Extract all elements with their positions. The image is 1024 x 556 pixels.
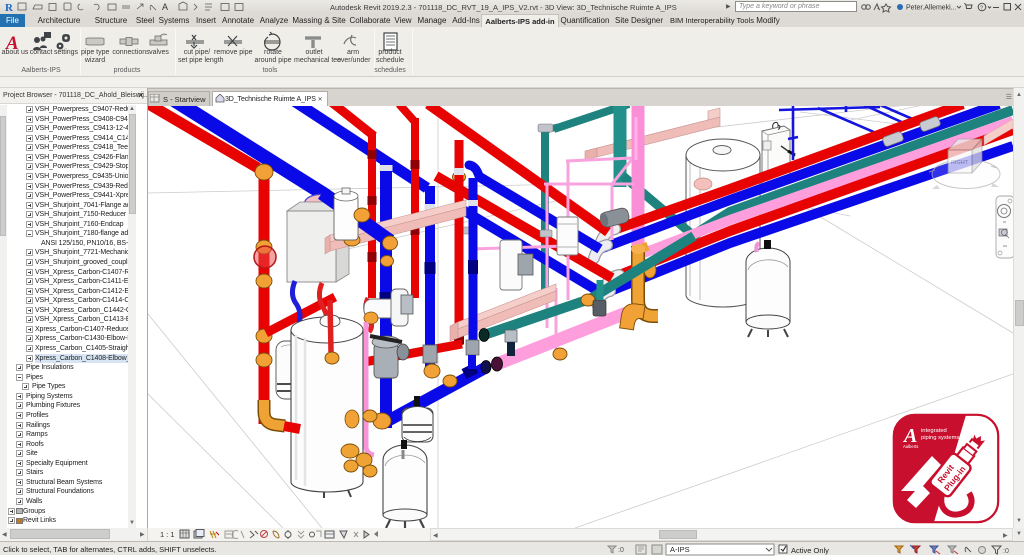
svg-text:?: ? xyxy=(980,6,983,12)
svg-text:A: A xyxy=(162,2,168,12)
svg-text:Aalberts: Aalberts xyxy=(903,444,918,449)
svg-text:Active Only: Active Only xyxy=(791,546,829,555)
svg-text:A-IPS: A-IPS xyxy=(670,545,690,554)
svg-text::0: :0 xyxy=(1003,548,1009,555)
svg-text:RIGHT: RIGHT xyxy=(951,160,969,166)
svg-text:piping systems: piping systems xyxy=(921,435,959,441)
svg-text:integrated: integrated xyxy=(921,428,947,434)
svg-text::0: :0 xyxy=(618,547,624,554)
svg-text:Peter.Allemeki...: Peter.Allemeki... xyxy=(906,5,957,12)
svg-text:R: R xyxy=(5,2,14,13)
